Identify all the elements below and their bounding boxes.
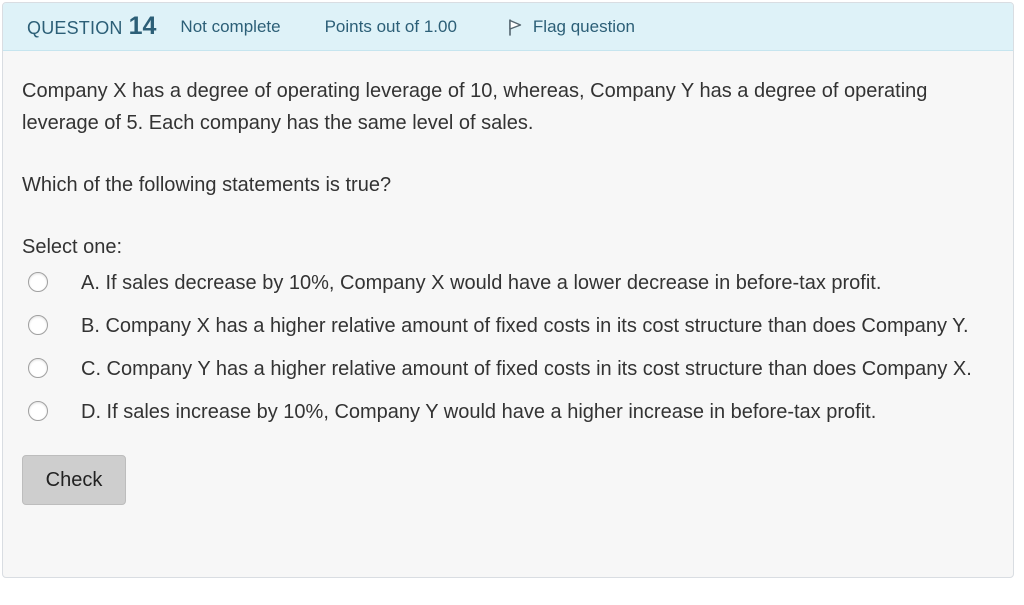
radio-button-b[interactable]: [28, 315, 48, 335]
question-info-bar: QUESTION 14 Not complete Points out of 1…: [3, 3, 1013, 51]
select-one-prompt: Select one:: [22, 236, 123, 258]
radio-button-a[interactable]: [28, 272, 48, 292]
answer-option-c[interactable]: C. Company Y has a higher relative amoun…: [22, 353, 993, 385]
answer-option-label: C. Company Y has a higher relative amoun…: [81, 358, 972, 380]
question-text: Company X has a degree of operating leve…: [22, 75, 993, 201]
question-text-paragraph: Company X has a degree of operating leve…: [22, 80, 928, 134]
flag-question-label: Flag question: [532, 16, 635, 36]
flag-question-link[interactable]: Flag question: [507, 17, 635, 37]
answer-option-label: D. If sales increase by 10%, Company Y w…: [81, 401, 877, 423]
answer-option-label: B. Company X has a higher relative amoun…: [81, 315, 969, 337]
question-number-value: 14: [128, 12, 157, 40]
answer-option-d[interactable]: D. If sales increase by 10%, Company Y w…: [22, 396, 993, 428]
check-button[interactable]: Check: [22, 455, 126, 505]
question-content: Company X has a degree of operating leve…: [3, 51, 1013, 505]
answer-options: A. If sales decrease by 10%, Company X w…: [22, 267, 993, 428]
question-text-paragraph: Which of the following statements is tru…: [22, 174, 392, 196]
question-state: Not complete: [180, 16, 281, 36]
question-label: QUESTION: [27, 18, 123, 38]
question-card: QUESTION 14 Not complete Points out of 1…: [2, 2, 1014, 578]
question-grade: Points out of 1.00: [324, 16, 457, 36]
flag-icon: [509, 18, 522, 36]
radio-button-c[interactable]: [28, 358, 48, 378]
answer-option-b[interactable]: B. Company X has a higher relative amoun…: [22, 310, 993, 342]
question-number: QUESTION 14: [27, 12, 156, 41]
answer-option-label: A. If sales decrease by 10%, Company X w…: [81, 272, 882, 294]
answer-option-a[interactable]: A. If sales decrease by 10%, Company X w…: [22, 267, 993, 299]
radio-button-d[interactable]: [28, 401, 48, 421]
